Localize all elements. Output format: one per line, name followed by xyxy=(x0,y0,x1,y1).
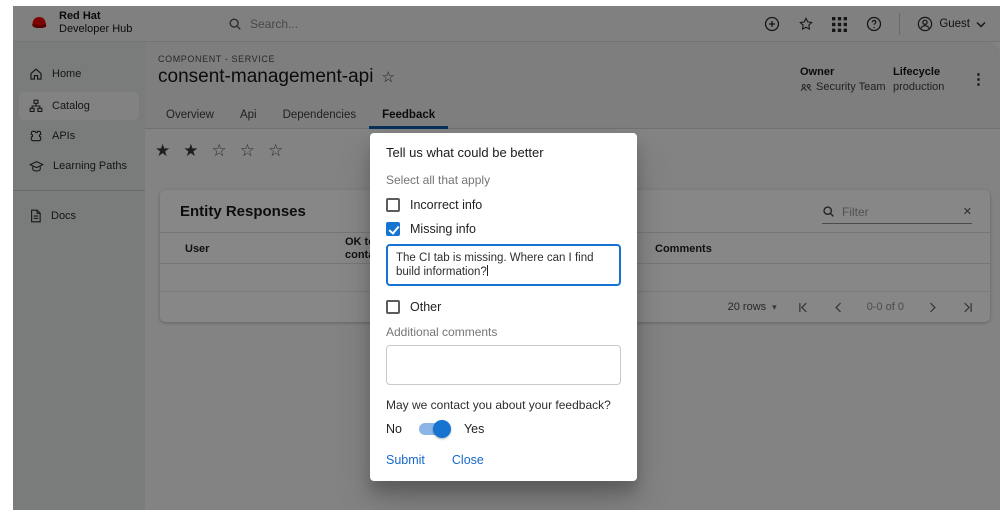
feedback-dialog: Tell us what could be better Select all … xyxy=(370,133,637,481)
checkbox-unchecked-icon[interactable] xyxy=(386,300,400,314)
close-button[interactable]: Close xyxy=(452,453,484,467)
select-all-label: Select all that apply xyxy=(386,173,621,187)
toggle-off-label: No xyxy=(386,422,402,436)
toggle-thumb[interactable] xyxy=(433,420,451,438)
app-window: Red Hat Developer Hub Search... xyxy=(13,6,1000,510)
text-cursor xyxy=(487,265,488,276)
submit-button[interactable]: Submit xyxy=(386,453,425,467)
dialog-title: Tell us what could be better xyxy=(386,145,621,161)
checkbox-checked-icon[interactable] xyxy=(386,222,400,236)
additional-comments-label: Additional comments xyxy=(386,325,621,339)
checkbox-unchecked-icon[interactable] xyxy=(386,198,400,212)
contact-toggle[interactable] xyxy=(419,423,447,435)
contact-question: May we contact you about your feedback? xyxy=(386,398,621,412)
additional-comments-textarea[interactable] xyxy=(386,345,621,385)
checkbox-other[interactable]: Other xyxy=(386,297,621,316)
missing-info-textarea[interactable]: The CI tab is missing. Where can I find … xyxy=(386,244,621,286)
checkbox-incorrect-info[interactable]: Incorrect info xyxy=(386,195,621,214)
checkbox-missing-info[interactable]: Missing info xyxy=(386,219,621,238)
toggle-on-label: Yes xyxy=(464,422,484,436)
